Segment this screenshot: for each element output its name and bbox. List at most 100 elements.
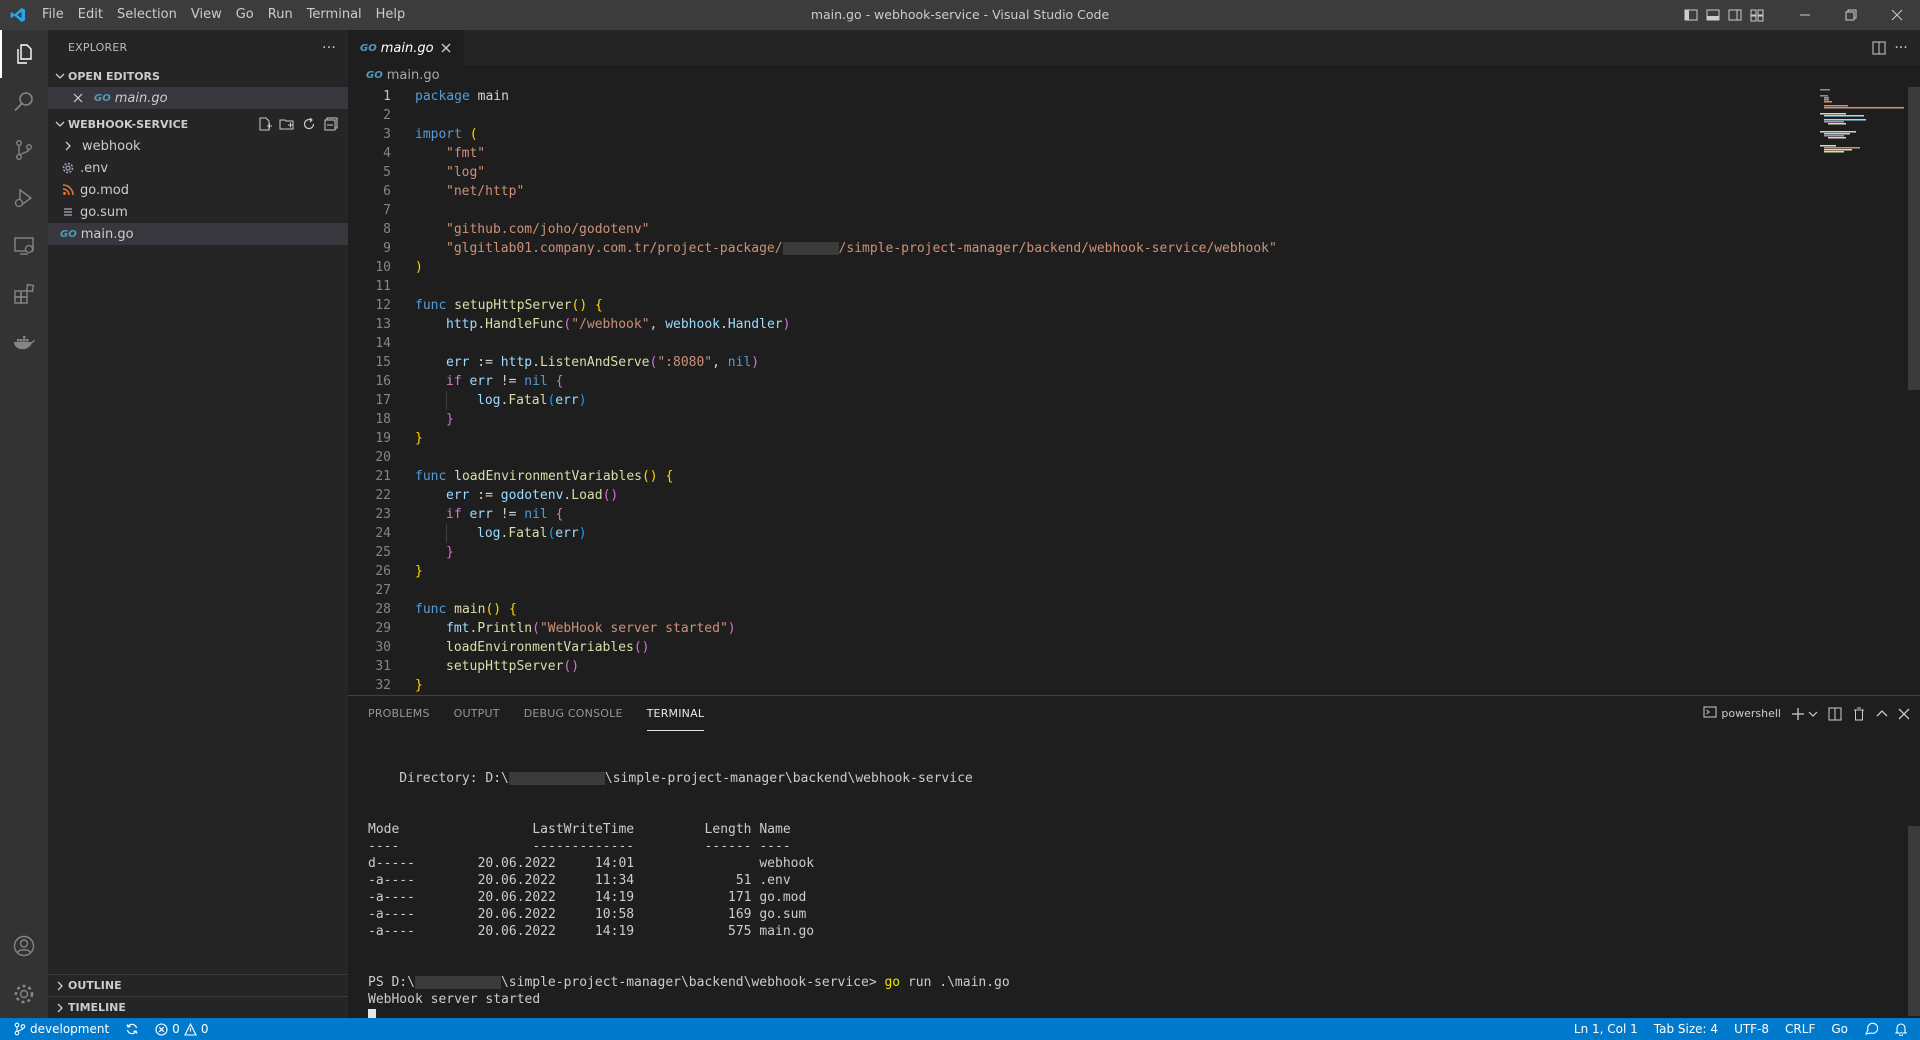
workspace-section[interactable]: WEBHOOK-SERVICE	[48, 113, 348, 135]
code-token: loadEnvironmentVariables	[454, 469, 642, 484]
timeline-title: TIMELINE	[68, 1001, 126, 1014]
menu-edit[interactable]: Edit	[71, 0, 110, 30]
menu-help[interactable]: Help	[369, 0, 413, 30]
file-encoding[interactable]: UTF-8	[1726, 1018, 1777, 1040]
tree-item-main-go[interactable]: GO main.go	[48, 223, 348, 245]
code-line: 27	[348, 581, 1908, 600]
activity-bar	[0, 30, 48, 1018]
menu-file[interactable]: File	[35, 0, 71, 30]
new-file-icon[interactable]	[256, 115, 274, 133]
close-panel-icon[interactable]	[1898, 704, 1910, 724]
customize-layout-icon[interactable]	[1746, 0, 1768, 30]
tab-size[interactable]: Tab Size: 4	[1646, 1018, 1726, 1040]
tree-item-env[interactable]: .env	[48, 157, 348, 179]
close-window-icon[interactable]	[1874, 0, 1920, 30]
problems-indicator[interactable]: 0 0	[147, 1018, 216, 1040]
line-number: 18	[375, 412, 391, 427]
collapse-all-icon[interactable]	[322, 115, 340, 133]
tab-terminal[interactable]: TERMINAL	[646, 696, 705, 731]
go-file-icon: GO	[94, 92, 111, 104]
editor-scrollbar[interactable]	[1908, 87, 1920, 390]
tree-item-go-sum[interactable]: go.sum	[48, 201, 348, 223]
menu-terminal[interactable]: Terminal	[300, 0, 369, 30]
split-terminal-icon[interactable]	[1828, 704, 1842, 724]
split-editor-icon[interactable]	[1870, 39, 1888, 57]
tab-debug-console[interactable]: DEBUG CONSOLE	[524, 696, 623, 731]
accounts-icon[interactable]	[0, 922, 48, 970]
remote-explorer-icon[interactable]	[0, 222, 48, 270]
open-editors-section[interactable]: OPEN EDITORS	[48, 65, 348, 87]
code-token: godotenv	[500, 488, 564, 503]
kill-terminal-icon[interactable]	[1852, 704, 1866, 724]
close-tab-icon[interactable]	[438, 40, 454, 56]
toggle-secondary-sidebar-icon[interactable]	[1724, 0, 1746, 30]
tab-main-go[interactable]: GO main.go	[348, 30, 464, 65]
explorer-icon[interactable]	[0, 30, 48, 78]
code-line: 16 if err != nil {	[348, 372, 1908, 391]
restore-icon[interactable]	[1828, 0, 1874, 30]
close-editor-icon[interactable]	[70, 90, 86, 106]
code-token: main	[454, 602, 486, 617]
tree-item-go-mod[interactable]: go.mod	[48, 179, 348, 201]
breadcrumb[interactable]: GO main.go	[348, 65, 1920, 87]
more-actions-icon[interactable]: ···	[1892, 39, 1910, 57]
docker-icon[interactable]	[0, 318, 48, 366]
tree-item-label: go.sum	[80, 204, 128, 220]
tab-problems[interactable]: PROBLEMS	[368, 696, 430, 731]
editor-area: GO main.go ··· GO main.go 1 package main …	[348, 30, 1920, 695]
terminal-scrollbar[interactable]	[1908, 826, 1920, 1016]
menu-run[interactable]: Run	[261, 0, 300, 30]
code-line: 10)	[348, 258, 1908, 277]
tree-item-webhook[interactable]: webhook	[48, 135, 348, 157]
menu-selection[interactable]: Selection	[110, 0, 184, 30]
menu-go[interactable]: Go	[229, 0, 261, 30]
toggle-panel-icon[interactable]	[1702, 0, 1724, 30]
timeline-section[interactable]: TIMELINE	[48, 996, 348, 1018]
maximize-panel-icon[interactable]	[1876, 704, 1888, 724]
line-number: 32	[375, 678, 391, 693]
minimize-icon[interactable]	[1782, 0, 1828, 30]
code-editor[interactable]: 1 package main 2 3 import ( 4 "fmt" 5 "log" …	[348, 87, 1908, 695]
line-number: 9	[383, 241, 391, 256]
line-number: 1	[383, 89, 391, 104]
breadcrumb-file[interactable]: main.go	[387, 65, 440, 87]
terminal-text: \simple-project-manager\backend\webhook-…	[500, 975, 885, 990]
new-folder-icon[interactable]	[278, 115, 296, 133]
git-branch[interactable]: development	[0, 1018, 117, 1040]
outline-section[interactable]: OUTLINE	[48, 974, 348, 996]
code-token: Fatal	[508, 526, 548, 541]
toggle-primary-sidebar-icon[interactable]	[1680, 0, 1702, 30]
language-mode[interactable]: Go	[1823, 1018, 1856, 1040]
code-token: err	[469, 507, 493, 522]
notifications-bell-icon[interactable]	[1886, 1018, 1920, 1040]
line-number: 20	[375, 450, 391, 465]
error-icon	[155, 1022, 168, 1036]
refresh-icon[interactable]	[300, 115, 318, 133]
terminal-shell-selector[interactable]: powershell	[1703, 704, 1781, 724]
chevron-down-icon	[52, 119, 68, 129]
code-token: "fmt"	[446, 146, 486, 161]
cursor-position[interactable]: Ln 1, Col 1	[1566, 1018, 1646, 1040]
manage-gear-icon[interactable]	[0, 970, 48, 1018]
menu-view[interactable]: View	[184, 0, 229, 30]
minimap[interactable]	[1818, 87, 1908, 167]
open-editor-item[interactable]: GO main.go	[48, 87, 348, 109]
sync-icon[interactable]	[117, 1018, 147, 1040]
chevron-down-icon[interactable]	[1808, 709, 1818, 719]
more-actions-icon[interactable]: ···	[322, 40, 336, 56]
feedback-icon[interactable]	[1856, 1018, 1886, 1040]
terminal-text: PS D:\	[368, 975, 415, 990]
code-token: nil	[524, 507, 548, 522]
line-number: 3	[383, 127, 391, 142]
terminal-output[interactable]: Directory: D:\ \simple-project-manager\ba…	[368, 736, 1888, 1024]
tab-output[interactable]: OUTPUT	[454, 696, 500, 731]
terminal-line: -a---- 20.06.2022 14:19 575 main.go	[368, 924, 815, 939]
source-control-icon[interactable]	[0, 126, 48, 174]
run-debug-icon[interactable]	[0, 174, 48, 222]
chevron-right-icon	[60, 138, 76, 154]
end-of-line[interactable]: CRLF	[1777, 1018, 1823, 1040]
search-icon[interactable]	[0, 78, 48, 126]
extensions-icon[interactable]	[0, 270, 48, 318]
new-terminal-icon[interactable]	[1791, 704, 1818, 724]
code-token: err	[555, 526, 579, 541]
